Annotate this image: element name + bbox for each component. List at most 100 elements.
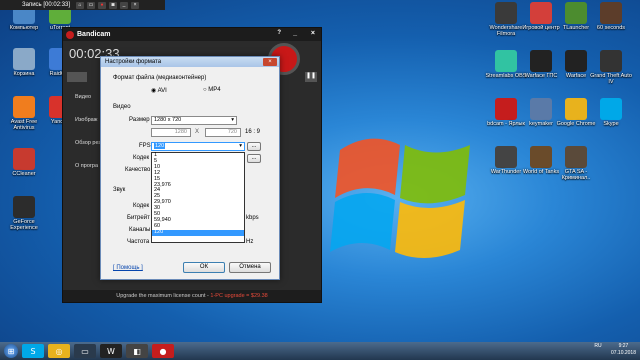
hz-label: Hz bbox=[246, 239, 254, 245]
size-x-label: X bbox=[195, 129, 200, 135]
audio-codec-label: Кодек bbox=[133, 203, 150, 209]
mp4-label: MP4 bbox=[208, 87, 221, 93]
chrome-icon bbox=[565, 98, 587, 120]
start-button[interactable]: ⊞ bbox=[4, 344, 18, 358]
desktop-icon-label: GeForce Experience bbox=[10, 219, 38, 231]
help-icon[interactable]: ? bbox=[277, 30, 281, 36]
desktop-icon-label: CCleaner bbox=[12, 171, 36, 177]
desktop-icon-label: Skype bbox=[603, 121, 619, 127]
geforce-icon bbox=[13, 196, 35, 218]
cancel-button[interactable]: Отмена bbox=[229, 262, 271, 273]
keymaker-icon bbox=[530, 98, 552, 120]
avi-label: AVI bbox=[157, 88, 167, 94]
ratio-label: 16 : 9 bbox=[245, 129, 261, 135]
codec-more-button[interactable]: ... bbox=[247, 154, 261, 163]
desktop-icon[interactable]: Skype bbox=[589, 98, 633, 127]
height-field[interactable]: 720 bbox=[205, 128, 241, 137]
taskbar: ⊞ S ◎ ▭ W ◧ ● RU 9:27 07.10.2018 bbox=[0, 342, 640, 360]
format-label: Формат файла (медиаконтейнер) bbox=[113, 75, 207, 81]
tlauncher-icon bbox=[565, 2, 587, 24]
minimize-icon[interactable]: _ bbox=[293, 30, 297, 37]
clock-date: 07.10.2018 bbox=[610, 350, 636, 356]
gta4-icon bbox=[600, 50, 622, 72]
help-link[interactable]: [ Помощь ] bbox=[113, 265, 143, 271]
warface-icon[interactable]: W bbox=[100, 344, 122, 358]
clock-time: 9:27 bbox=[618, 343, 629, 349]
pause-icon[interactable]: ❚❚ bbox=[305, 72, 317, 82]
record-icon[interactable]: ● bbox=[98, 1, 107, 9]
recording-title: Запись [00:02:33] bbox=[22, 2, 71, 8]
bandicam-titlebar: Bandicam ? _ × bbox=[63, 28, 321, 41]
folder-icon[interactable]: ▭ bbox=[87, 1, 96, 9]
warthunder-icon bbox=[495, 146, 517, 168]
desktop-icon[interactable]: Grand Theft Auto IV bbox=[589, 50, 633, 85]
size-label: Размер bbox=[129, 117, 150, 123]
kbps-label: kbps bbox=[246, 215, 259, 221]
fps-select[interactable]: 120 ▾ bbox=[151, 142, 245, 151]
game-center-icon bbox=[530, 2, 552, 24]
ccleaner-icon bbox=[13, 148, 35, 170]
fps-more-button[interactable]: ... bbox=[247, 142, 261, 151]
home-icon[interactable]: ⌂ bbox=[76, 1, 85, 9]
avast-icon bbox=[13, 96, 35, 118]
skype-icon bbox=[600, 98, 622, 120]
close-icon[interactable]: × bbox=[263, 58, 277, 66]
fps-label: FPS bbox=[139, 143, 151, 149]
chevron-down-icon: ▾ bbox=[239, 143, 242, 149]
upgrade-link[interactable]: 1-PC upgrade = $29.38 bbox=[210, 293, 267, 299]
sixty-seconds-icon bbox=[600, 2, 622, 24]
bandicam-logo-icon bbox=[66, 30, 74, 39]
ok-button[interactable]: ОК bbox=[183, 262, 225, 273]
desktop-icon-label: 60 seconds bbox=[596, 25, 626, 31]
system-tray[interactable]: RU 9:27 07.10.2018 bbox=[594, 343, 636, 357]
filmora-icon bbox=[495, 2, 517, 24]
skype-icon[interactable]: S bbox=[22, 344, 44, 358]
channels-label: Каналы bbox=[129, 227, 151, 233]
desktop: Компьютер uTorrent Корзина RaidCall Avast Fr… bbox=[0, 0, 640, 342]
tray-clock[interactable]: 9:27 07.10.2018 bbox=[611, 343, 636, 357]
minimize-icon[interactable]: _ bbox=[120, 1, 129, 9]
camera-icon[interactable]: ◙ bbox=[109, 1, 118, 9]
codec-label: Кодек bbox=[133, 155, 150, 161]
width-field[interactable]: 1280 bbox=[151, 128, 191, 137]
format-settings-dialog: Настройки формата × Формат файла (медиак… bbox=[100, 56, 280, 280]
streamlabs-icon bbox=[495, 50, 517, 72]
chrome-icon[interactable]: ◎ bbox=[48, 344, 70, 358]
fps-dropdown-list[interactable]: 1 5 10 12 15 23,976 24 25 29,970 30 50 59,940 60 120 bbox=[151, 152, 245, 243]
desktop-icon[interactable]: CCleaner bbox=[2, 148, 46, 177]
bandicam-icon[interactable]: ● bbox=[152, 344, 174, 358]
bitrate-label: Битрейт bbox=[127, 215, 150, 221]
size-value: 1280 x 720 bbox=[154, 117, 182, 123]
recycle-bin-icon bbox=[13, 48, 35, 70]
size-select[interactable]: 1280 x 720 ▾ bbox=[151, 116, 237, 125]
warface-icon bbox=[565, 50, 587, 72]
streamlabs-icon[interactable]: ◧ bbox=[126, 344, 148, 358]
wot-icon bbox=[530, 146, 552, 168]
fps-value: 120 bbox=[154, 143, 166, 149]
dialog-title: Настройки формата bbox=[101, 57, 279, 67]
close-icon[interactable]: × bbox=[311, 30, 315, 37]
language-indicator[interactable]: RU bbox=[594, 343, 601, 349]
warface-icon bbox=[530, 50, 552, 72]
recording-toolbar: Запись [00:02:33] ⌂ ▭ ● ◙ _ × bbox=[0, 0, 165, 10]
fps-option[interactable]: 120 bbox=[152, 229, 244, 236]
quality-label: Качество bbox=[125, 167, 151, 173]
upgrade-banner[interactable]: Upgrade the maximum license count - 1-PC… bbox=[63, 290, 321, 302]
chevron-down-icon: ▾ bbox=[231, 117, 234, 123]
audio-group-label: Звук bbox=[113, 187, 126, 193]
close-icon[interactable]: × bbox=[131, 1, 140, 9]
windows-logo bbox=[330, 138, 470, 259]
desktop-icon[interactable]: 60 seconds bbox=[589, 2, 633, 31]
desktop-icon[interactable]: GTA SA - Криминал.. bbox=[554, 146, 598, 181]
upgrade-text: Upgrade the maximum license count - bbox=[116, 293, 209, 299]
frequency-label: Частота bbox=[127, 239, 150, 245]
folder-icon[interactable]: ▭ bbox=[74, 344, 96, 358]
bandicam-icon bbox=[495, 98, 517, 120]
mp4-radio[interactable]: ○ MP4 bbox=[203, 87, 221, 93]
game-mode-icon[interactable] bbox=[67, 72, 87, 82]
video-group-label: Видео bbox=[113, 104, 131, 110]
avi-radio[interactable]: ◉ AVI bbox=[151, 87, 167, 94]
desktop-icon-label: GTA SA - Криминал.. bbox=[561, 169, 591, 181]
desktop-icon[interactable]: GeForce Experience bbox=[2, 196, 46, 231]
bandicam-title: Bandicam bbox=[77, 31, 111, 38]
